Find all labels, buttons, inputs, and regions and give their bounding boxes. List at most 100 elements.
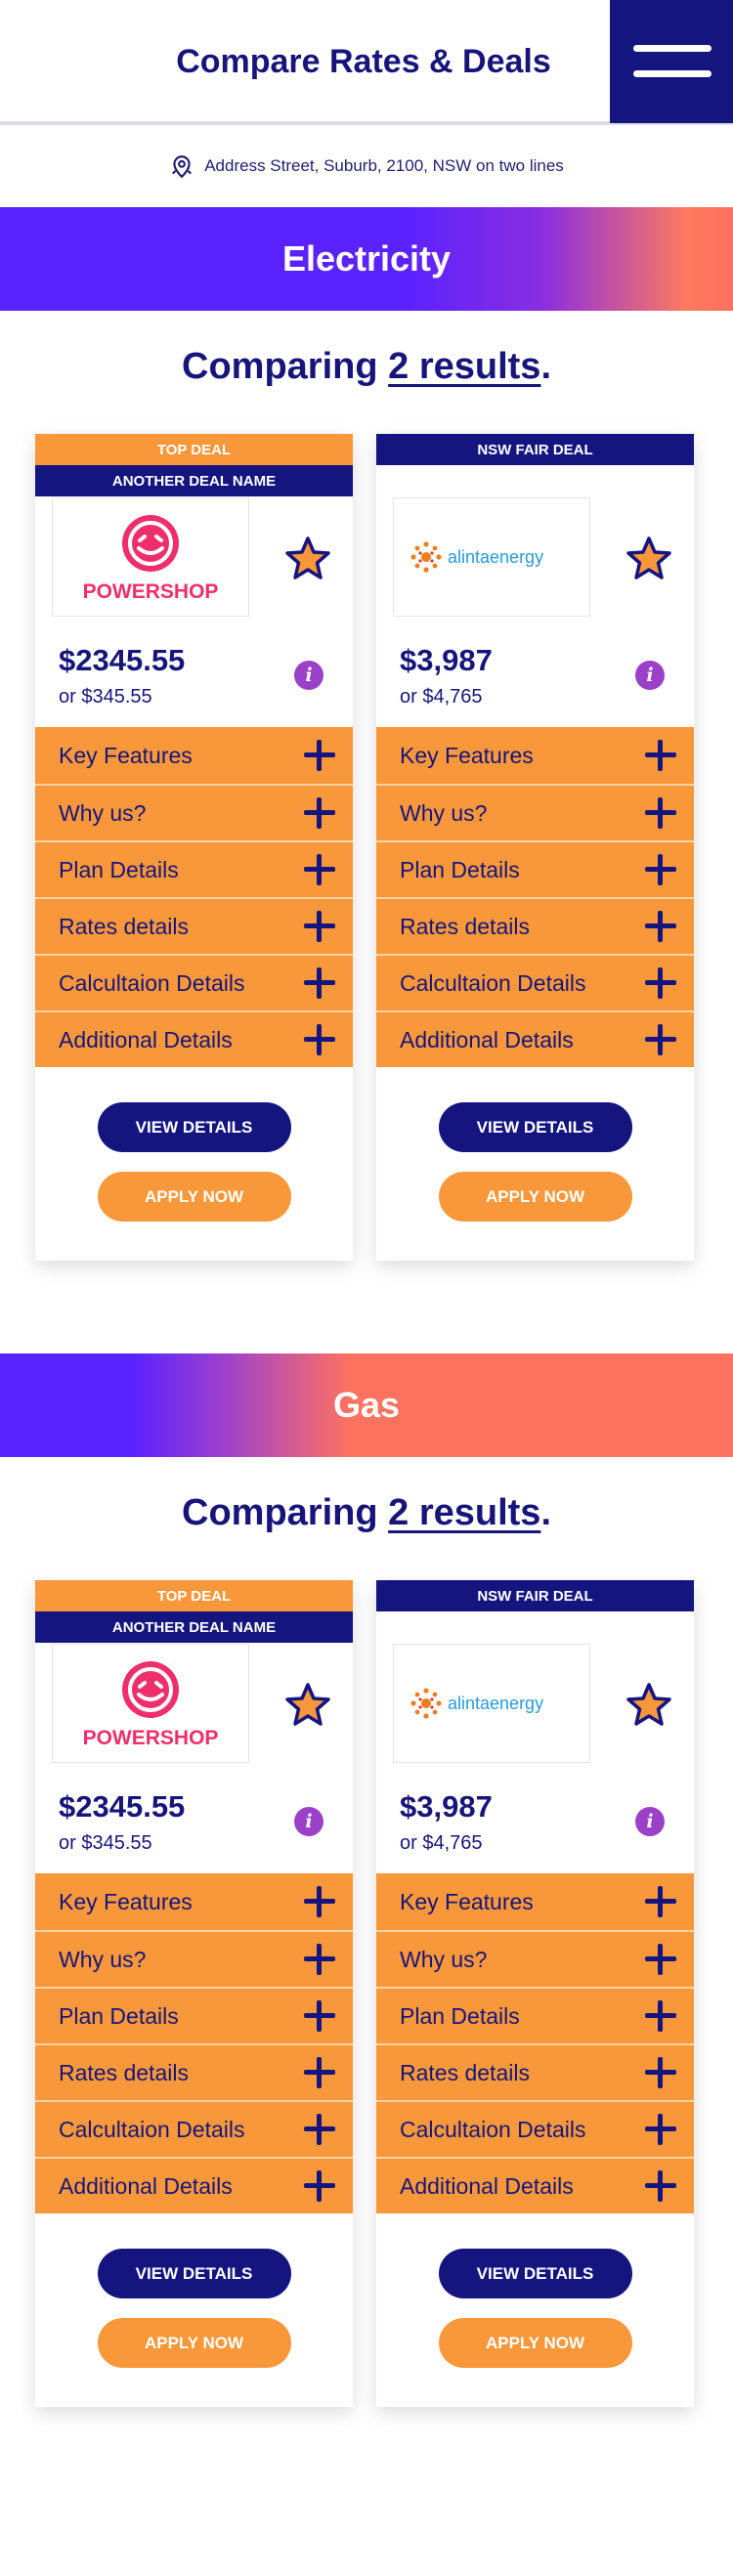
plus-icon [304,1024,335,1055]
plus-icon [304,740,335,771]
accordion-plan-details[interactable]: Plan Details [35,840,353,897]
accordion-key-features[interactable]: Key Features [376,727,694,784]
view-details-button[interactable]: VIEW DETAILS [97,1102,291,1152]
accordion-rates-details[interactable]: Rates details [35,897,353,954]
deal-name [376,1611,694,1643]
accordion-additional-details[interactable]: Additional Details [376,2157,694,2213]
accordion-calculation-details[interactable]: Calcultaion Details [376,954,694,1010]
accordion-why-us[interactable]: Why us? [376,1930,694,1987]
info-icon[interactable]: i [635,661,665,690]
view-details-button[interactable]: VIEW DETAILS [438,2249,632,2298]
deal-card-alinta: NSW FAIR DEAL alintaenergy $3,987 or $4,… [376,434,694,1261]
plus-icon [304,1944,335,1975]
deal-tag: NSW FAIR DEAL [376,434,694,465]
accordion-key-features[interactable]: Key Features [35,1873,353,1930]
svg-text:alintaenergy: alintaenergy [448,547,543,567]
deal-name [376,465,694,496]
accordion-additional-details[interactable]: Additional Details [35,2157,353,2213]
info-icon[interactable]: i [294,1807,323,1836]
accordion: Key Features Why us? Plan Details Rates … [35,727,353,1067]
favorite-star-icon[interactable] [625,536,672,582]
accordion-additional-details[interactable]: Additional Details [35,1010,353,1067]
info-icon[interactable]: i [294,661,323,690]
svg-text:POWERSHOP: POWERSHOP [83,580,219,603]
accordion-why-us[interactable]: Why us? [376,784,694,840]
accordion-why-us[interactable]: Why us? [35,1930,353,1987]
section-banner-gas: Gas [0,1353,733,1457]
plus-icon [304,2114,335,2145]
plus-icon [304,2057,335,2088]
price-alt: or $4,765 [400,1832,483,1854]
plus-icon [304,797,335,829]
results-count-link[interactable]: 2 results [388,1492,540,1533]
plus-icon [645,1886,676,1917]
svg-text:POWERSHOP: POWERSHOP [83,1727,219,1749]
plus-icon [645,2114,676,2145]
accordion-key-features[interactable]: Key Features [35,727,353,784]
accordion-plan-details[interactable]: Plan Details [35,1987,353,2043]
plus-icon [645,2000,676,2032]
svg-text:alintaenergy: alintaenergy [448,1694,543,1713]
apply-now-button[interactable]: APPLY NOW [438,1172,632,1222]
favorite-star-icon[interactable] [284,1682,331,1729]
view-details-button[interactable]: VIEW DETAILS [97,2249,291,2298]
address-bar: Address Street, Suburb, 2100, NSW on two… [0,125,733,207]
plus-icon [304,967,335,999]
electricity-section: Electricity Comparing 2 results. TOP DEA… [0,207,733,1261]
powershop-logo: POWERSHOP [52,1644,249,1763]
accordion-rates-details[interactable]: Rates details [376,897,694,954]
deal-card-powershop: TOP DEAL ANOTHER DEAL NAME POWERSHOP $23… [35,434,353,1261]
gas-section: Gas Comparing 2 results. TOP DEAL ANOTHE… [0,1353,733,2407]
accordion-rates-details[interactable]: Rates details [35,2043,353,2100]
accordion-calculation-details[interactable]: Calcultaion Details [35,2100,353,2157]
deal-cards: TOP DEAL ANOTHER DEAL NAME POWERSHOP $23… [0,1580,733,2407]
accordion-key-features[interactable]: Key Features [376,1873,694,1930]
plus-icon [645,2057,676,2088]
deal-tag: TOP DEAL [35,434,353,465]
apply-now-button[interactable]: APPLY NOW [438,2318,632,2368]
powershop-logo: POWERSHOP [52,497,249,617]
location-pin-icon [172,155,193,179]
plus-icon [645,797,676,829]
deal-card-powershop: TOP DEAL ANOTHER DEAL NAME POWERSHOP $23… [35,1580,353,2407]
apply-now-button[interactable]: APPLY NOW [97,2318,291,2368]
price: $2345.55 [59,643,186,677]
results-count-link[interactable]: 2 results [388,346,540,387]
alinta-energy-logo: alintaenergy [393,497,590,617]
price: $2345.55 [59,1789,186,1824]
favorite-star-icon[interactable] [284,536,331,582]
accordion-plan-details[interactable]: Plan Details [376,840,694,897]
address-text: Address Street, Suburb, 2100, NSW on two… [204,156,564,175]
deal-cards: TOP DEAL ANOTHER DEAL NAME POWERSHOP $23… [0,434,733,1261]
favorite-star-icon[interactable] [625,1682,672,1729]
accordion: Key Features Why us? Plan Details Rates … [35,1873,353,2213]
info-icon[interactable]: i [635,1807,665,1836]
deal-card-alinta: NSW FAIR DEAL alintaenergy $3,987 or $4,… [376,1580,694,2407]
price-alt: or $4,765 [400,686,483,708]
accordion-calculation-details[interactable]: Calcultaion Details [35,954,353,1010]
deal-name: ANOTHER DEAL NAME [35,465,353,496]
accordion-plan-details[interactable]: Plan Details [376,1987,694,2043]
apply-now-button[interactable]: APPLY NOW [97,1172,291,1222]
plus-icon [645,2170,676,2202]
accordion-calculation-details[interactable]: Calcultaion Details [376,2100,694,2157]
price-alt: or $345.55 [59,686,152,708]
alinta-energy-logo: alintaenergy [393,1644,590,1763]
accordion-additional-details[interactable]: Additional Details [376,1010,694,1067]
plus-icon [304,911,335,942]
accordion: Key Features Why us? Plan Details Rates … [376,1873,694,2213]
plus-icon [304,1886,335,1917]
section-banner-electricity: Electricity [0,207,733,311]
deal-name: ANOTHER DEAL NAME [35,1611,353,1643]
accordion-rates-details[interactable]: Rates details [376,2043,694,2100]
plus-icon [304,2170,335,2202]
deal-tag: TOP DEAL [35,1580,353,1611]
hamburger-menu-icon[interactable] [610,0,733,123]
accordion-why-us[interactable]: Why us? [35,784,353,840]
price: $3,987 [400,643,493,677]
view-details-button[interactable]: VIEW DETAILS [438,1102,632,1152]
comparing-heading: Comparing 2 results. [182,346,551,387]
plus-icon [645,740,676,771]
comparing-heading: Comparing 2 results. [182,1492,551,1533]
